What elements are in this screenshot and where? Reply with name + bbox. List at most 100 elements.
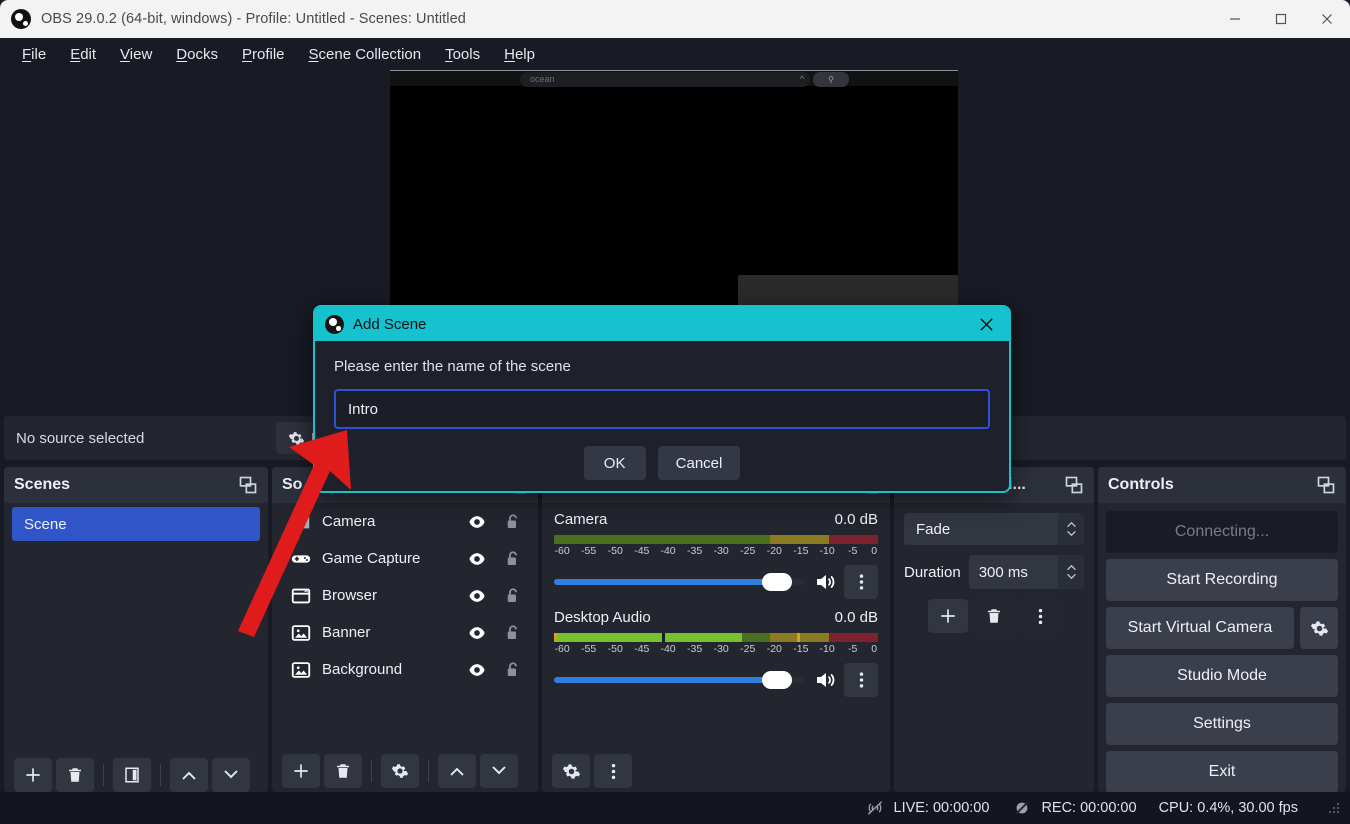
dialog-close-button[interactable] xyxy=(973,311,999,337)
unlock-icon[interactable] xyxy=(504,623,522,643)
menu-view[interactable]: View xyxy=(108,43,164,66)
start-virtual-camera-button[interactable]: Start Virtual Camera xyxy=(1106,607,1294,649)
trash-icon xyxy=(337,764,349,778)
menu-tools[interactable]: Tools xyxy=(433,43,492,66)
undock-icon[interactable] xyxy=(238,475,258,495)
trash-icon xyxy=(69,768,81,782)
chevron-up-icon xyxy=(1066,564,1076,571)
source-item-label: Game Capture xyxy=(322,550,421,567)
add-transition-button[interactable] xyxy=(928,599,968,633)
remove-source-button[interactable] xyxy=(324,754,362,788)
volume-slider[interactable] xyxy=(554,671,804,689)
eye-icon[interactable] xyxy=(466,660,488,680)
mixer-menu-button[interactable] xyxy=(594,754,632,788)
source-list-item[interactable]: Game Capture xyxy=(272,540,538,577)
volume-slider-knob[interactable] xyxy=(761,671,792,689)
eye-icon[interactable] xyxy=(466,623,488,643)
mixer-toolbar xyxy=(542,754,890,788)
image-icon xyxy=(291,661,311,678)
advanced-audio-properties-button[interactable] xyxy=(552,754,590,788)
unlock-icon[interactable] xyxy=(504,586,522,606)
source-list-item[interactable]: Background xyxy=(272,651,538,688)
transition-select-spinner[interactable] xyxy=(1058,513,1084,545)
kebab-icon xyxy=(1038,608,1042,624)
settings-button[interactable]: Settings xyxy=(1106,703,1338,745)
scenes-list[interactable]: Scene xyxy=(4,507,268,796)
camera-icon xyxy=(292,514,310,528)
plus-icon xyxy=(294,764,308,778)
move-source-down-button[interactable] xyxy=(480,754,518,788)
transition-duration-row: Duration 300 ms xyxy=(904,555,1084,589)
controls-button-list: Connecting... Start Recording Start Virt… xyxy=(1098,503,1346,793)
move-scene-down-button[interactable] xyxy=(212,758,250,792)
scene-name-input[interactable]: Intro xyxy=(334,389,990,429)
move-source-up-button[interactable] xyxy=(438,754,476,788)
eye-icon[interactable] xyxy=(466,549,488,569)
transition-select[interactable]: Fade xyxy=(904,513,1084,545)
speaker-icon[interactable] xyxy=(812,570,838,594)
speaker-icon[interactable] xyxy=(812,668,838,692)
mixer-track-menu-button[interactable] xyxy=(844,565,878,599)
mixer-track: Desktop Audio 0.0 dB -60 -55 -50 -45 -40… xyxy=(542,601,890,699)
mixer-track-menu-button[interactable] xyxy=(844,663,878,697)
volume-slider-knob[interactable] xyxy=(761,573,792,591)
chevron-up-icon: ^ xyxy=(800,74,805,84)
transition-properties-button[interactable] xyxy=(1020,599,1060,633)
duration-spinner[interactable] xyxy=(1058,555,1084,589)
obs-logo-icon xyxy=(11,9,31,29)
eye-icon[interactable] xyxy=(466,586,488,606)
mixer-track-db: 0.0 dB xyxy=(834,511,878,528)
dialog-cancel-button[interactable]: Cancel xyxy=(657,446,741,480)
add-scene-button[interactable] xyxy=(14,758,52,792)
controls-dock: Controls Connecting... Start Recording S… xyxy=(1098,467,1346,793)
eye-icon[interactable] xyxy=(466,512,488,532)
studio-mode-button[interactable]: Studio Mode xyxy=(1106,655,1338,697)
scene-list-item[interactable]: Scene xyxy=(12,507,260,541)
record-off-icon xyxy=(1015,801,1029,815)
source-list-item[interactable]: Browser xyxy=(272,577,538,614)
virtual-camera-settings-button[interactable] xyxy=(1300,607,1338,649)
source-item-label: Camera xyxy=(322,513,376,530)
menu-docks[interactable]: Docks xyxy=(164,43,230,66)
window-titlebar: OBS 29.0.2 (64-bit, windows) - Profile: … xyxy=(0,0,1350,38)
undock-icon[interactable] xyxy=(1316,475,1336,495)
minimize-icon[interactable] xyxy=(1212,0,1258,38)
menu-profile[interactable]: Profile xyxy=(230,43,297,66)
unlock-icon[interactable] xyxy=(504,549,522,569)
source-settings-button[interactable] xyxy=(381,754,419,788)
source-list-item[interactable]: Camera xyxy=(272,503,538,540)
window-title: OBS 29.0.2 (64-bit, windows) - Profile: … xyxy=(41,11,466,27)
unlock-icon[interactable] xyxy=(504,512,522,532)
start-streaming-button[interactable]: Connecting... xyxy=(1106,511,1338,553)
cpu-status: CPU: 0.4%, 30.00 fps xyxy=(1159,800,1298,816)
unlock-icon[interactable] xyxy=(504,660,522,680)
volume-slider[interactable] xyxy=(554,573,804,591)
remove-scene-button[interactable] xyxy=(56,758,94,792)
start-recording-button[interactable]: Start Recording xyxy=(1106,559,1338,601)
no-source-selected-label: No source selected xyxy=(16,429,145,447)
mixer-track-controls xyxy=(554,565,878,599)
menu-file[interactable]: File xyxy=(10,43,58,66)
add-source-button[interactable] xyxy=(282,754,320,788)
remove-transition-button[interactable] xyxy=(974,599,1014,633)
menu-edit[interactable]: Edit xyxy=(58,43,108,66)
menu-help[interactable]: Help xyxy=(492,43,547,66)
sources-list[interactable]: Camera Game Capture Browser Banner Backg… xyxy=(272,503,538,792)
rec-status: REC: 00:00:00 xyxy=(1011,798,1137,818)
close-icon[interactable] xyxy=(1304,0,1350,38)
live-timer: LIVE: 00:00:00 xyxy=(893,800,990,816)
resize-grip-icon[interactable] xyxy=(1328,802,1340,814)
exit-button[interactable]: Exit xyxy=(1106,751,1338,793)
chevron-down-icon xyxy=(1066,530,1076,537)
maximize-icon[interactable] xyxy=(1258,0,1304,38)
preview-nested-search-field xyxy=(520,72,810,87)
menu-scene-collection[interactable]: Scene Collection xyxy=(297,43,434,66)
toolbar-separator xyxy=(428,760,429,782)
undock-icon[interactable] xyxy=(1064,475,1084,495)
move-scene-up-button[interactable] xyxy=(170,758,208,792)
transition-duration-stepper[interactable]: 300 ms xyxy=(968,555,1084,589)
transition-duration-value: 300 ms xyxy=(978,563,1028,581)
source-list-item[interactable]: Banner xyxy=(272,614,538,651)
scene-filters-button[interactable] xyxy=(113,758,151,792)
dialog-ok-button[interactable]: OK xyxy=(583,446,646,480)
